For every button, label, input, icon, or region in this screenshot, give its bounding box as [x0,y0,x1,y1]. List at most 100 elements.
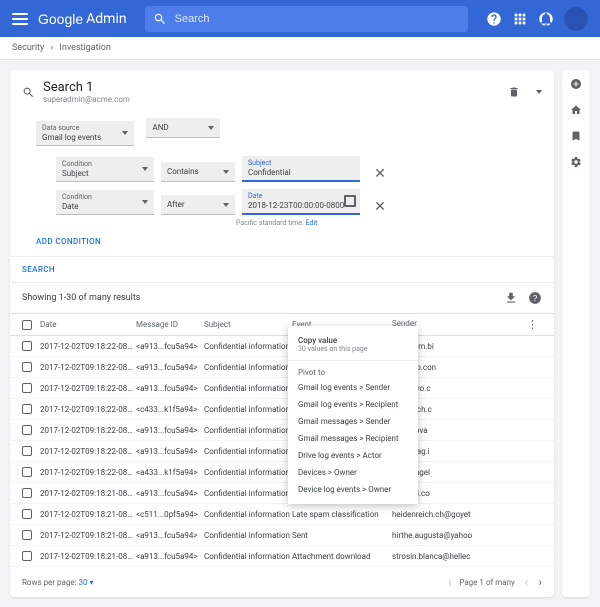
menu-item[interactable]: Gmail log events > Sender [288,379,418,396]
delete-icon[interactable] [508,86,520,98]
row-checkbox[interactable] [22,467,32,477]
table-row[interactable]: 2017-12-02T09:18:21-0800<a913...fcu5a94>… [10,483,554,504]
download-icon[interactable] [504,291,518,305]
row-checkbox[interactable] [22,530,32,540]
condition-row: ConditionSubject Contains Subject Confid… [56,156,528,182]
breadcrumb-root[interactable]: Security [12,43,44,53]
cell-date: 2017-12-02T09:18:22-0800 [40,405,136,414]
row-checkbox[interactable] [22,341,32,351]
prev-page-button[interactable]: ‹ [525,575,529,589]
row-checkbox[interactable] [22,488,32,498]
side-toolbar [562,70,590,597]
column-date[interactable]: Date [40,320,136,329]
condition-operator-select[interactable]: Contains [161,162,235,182]
table-row[interactable]: 2017-12-02T09:18:22-0800<a913...fcu5a94>… [10,336,554,357]
breadcrumb-current: Investigation [59,43,110,53]
help-icon[interactable]: ? [528,291,542,305]
condition-row: ConditionDate After Date 2018-12-23T00:0… [56,189,528,215]
select-all-checkbox[interactable] [22,320,32,330]
column-message-id[interactable]: Message ID [136,320,204,329]
cell-event: Attachment download [292,552,392,561]
avatar[interactable] [564,7,588,31]
row-checkbox[interactable] [22,446,32,456]
table-row[interactable]: 2017-12-02T09:18:22-0800<a913...fcu5a94>… [10,441,554,462]
column-subject[interactable]: Subject [204,320,292,329]
row-checkbox[interactable] [22,425,32,435]
table-row[interactable]: 2017-12-02T09:18:22-0800<c433...k1f5a94>… [10,399,554,420]
menu-item[interactable]: Devices > Owner [288,464,418,481]
search-button[interactable]: SEARCH [10,256,554,282]
cell-subject: Confidential information [204,552,292,561]
cell-message-id: <a913...fcu5a94> [136,552,204,561]
menu-item[interactable]: Drive log events > Actor [288,447,418,464]
remove-condition-button[interactable]: ✕ [373,199,387,215]
cell-date: 2017-12-02T09:18:22-0800 [40,342,136,351]
menu-item[interactable]: Gmail messages > Sender [288,413,418,430]
apps-icon[interactable] [512,11,528,27]
query-builder: Data source Gmail log events AND Conditi… [10,114,554,256]
search-owner-email: superadmin@acme.com [43,95,500,104]
timezone-note: Pacific standard time. Edit [236,219,528,227]
menu-item[interactable]: Device log events > Owner [288,481,418,498]
row-checkbox[interactable] [22,362,32,372]
cell-event: Sent [292,531,392,540]
cell-message-id: <a433...k1f5a94> [136,468,204,477]
condition-field-select[interactable]: ConditionDate [56,190,154,215]
app-header: Google Admin [0,0,600,37]
condition-operator-select[interactable]: After [161,195,235,215]
menu-item[interactable]: Gmail log events > Recipient [288,396,418,413]
menu-icon[interactable] [12,13,28,25]
home-icon[interactable] [570,104,582,116]
results-summary-bar: Showing 1-30 of many results ? [10,282,554,313]
cell-message-id: <c511...0pf5a94> [136,510,204,519]
search-input[interactable] [175,13,460,25]
cell-date: 2017-12-02T09:18:21-0800 [40,552,136,561]
table-row[interactable]: 2017-12-02T09:18:21-0800<a913...fcu5a94>… [10,525,554,546]
chevron-down-icon [223,170,229,174]
pagination-bar: Rows per page: 30 ▾ |‹ Page 1 of many ‹ … [10,567,554,597]
data-source-select[interactable]: Data source Gmail log events [36,121,134,146]
table-row[interactable]: 2017-12-02T09:18:22-0800<a913...fcu5a94>… [10,357,554,378]
add-condition-button[interactable]: ADD CONDITION [36,237,528,246]
rows-per-page-select[interactable]: 30 ▾ [79,578,94,587]
next-page-button[interactable]: › [538,575,542,589]
chevron-down-icon [142,167,148,171]
search-title: Search 1 [43,80,500,95]
cell-message-id: <c433...k1f5a94> [136,405,204,414]
row-checkbox[interactable] [22,404,32,414]
expand-icon[interactable] [536,90,542,94]
notifications-icon[interactable] [538,11,554,27]
table-row[interactable]: 2017-12-02T09:18:22-0800<a433...k1f5a94>… [10,462,554,483]
cell-subject: Confidential information [204,510,292,519]
condition-field-select[interactable]: ConditionSubject [56,157,154,182]
remove-condition-button[interactable]: ✕ [373,166,387,182]
operator-and[interactable]: AND [146,118,220,138]
cell-message-id: <a913...fcu5a94> [136,384,204,393]
cell-message-id: <a913...fcu5a94> [136,489,204,498]
help-icon[interactable] [486,11,502,27]
row-checkbox[interactable] [22,509,32,519]
table-row[interactable]: 2017-12-02T09:18:21-0800<a913...fcu5a94>… [10,546,554,567]
row-checkbox[interactable] [22,551,32,561]
cell-date: 2017-12-02T09:18:22-0800 [40,384,136,393]
global-search[interactable] [145,6,468,32]
bookmark-icon[interactable] [570,130,582,142]
svg-text:?: ? [533,294,538,303]
row-checkbox[interactable] [22,383,32,393]
menu-item[interactable]: Gmail messages > Recipient [288,430,418,447]
table-row[interactable]: 2017-12-02T09:18:22-0800<a913...fcu5a94>… [10,378,554,399]
calendar-icon[interactable] [344,195,356,207]
chevron-down-icon [208,126,214,130]
table-row[interactable]: 2017-12-02T09:18:22-0800<a913...fcu5a94>… [10,420,554,441]
edit-timezone-link[interactable]: Edit [306,219,318,227]
table-row[interactable]: 2017-12-02T09:18:21-0800<c511...0pf5a94>… [10,504,554,525]
gear-icon[interactable] [570,156,582,168]
condition-date-input[interactable]: Date 2018-12-23T00:00:00-0800 [242,189,360,215]
column-menu-icon[interactable]: ⋮ [527,319,538,330]
menu-copy-value[interactable]: Copy value 30 values on this page [288,332,418,357]
condition-value-input[interactable]: Subject Confidential [242,156,360,182]
menu-section-label: Pivot to [288,364,418,379]
cell-sender: heidenreich.ch@goyet [392,510,542,519]
logo-admin: Admin [86,11,126,27]
add-icon[interactable] [570,78,582,90]
